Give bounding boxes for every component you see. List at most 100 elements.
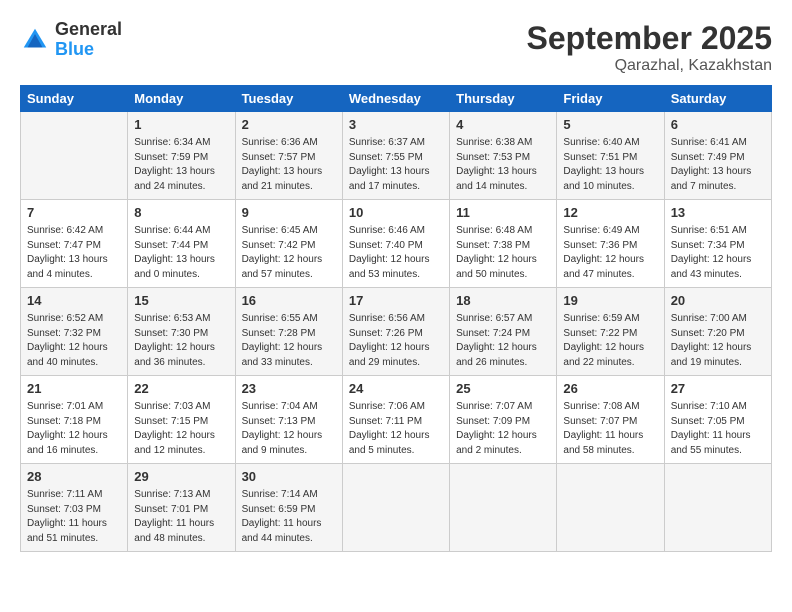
day-number: 8 bbox=[134, 204, 228, 222]
day-number: 3 bbox=[349, 116, 443, 134]
logo-text: General Blue bbox=[55, 20, 122, 60]
logo-icon bbox=[20, 25, 50, 55]
day-info: Sunrise: 6:36 AMSunset: 7:57 PMDaylight:… bbox=[242, 136, 336, 194]
calendar-week-3: 14 Sunrise: 6:52 AMSunset: 7:32 PMDaylig… bbox=[21, 288, 772, 376]
day-info: Sunrise: 6:57 AMSunset: 7:24 PMDaylight:… bbox=[456, 312, 550, 370]
calendar-week-5: 28 Sunrise: 7:11 AMSunset: 7:03 PMDaylig… bbox=[21, 464, 772, 552]
calendar-cell: 11 Sunrise: 6:48 AMSunset: 7:38 PMDaylig… bbox=[450, 200, 557, 288]
day-info: Sunrise: 7:08 AMSunset: 7:07 PMDaylight:… bbox=[563, 400, 657, 458]
day-info: Sunrise: 6:59 AMSunset: 7:22 PMDaylight:… bbox=[563, 312, 657, 370]
day-number: 28 bbox=[27, 468, 121, 486]
day-number: 7 bbox=[27, 204, 121, 222]
day-number: 30 bbox=[242, 468, 336, 486]
calendar-cell: 7 Sunrise: 6:42 AMSunset: 7:47 PMDayligh… bbox=[21, 200, 128, 288]
day-number: 13 bbox=[671, 204, 765, 222]
calendar-cell: 8 Sunrise: 6:44 AMSunset: 7:44 PMDayligh… bbox=[128, 200, 235, 288]
col-saturday: Saturday bbox=[664, 86, 771, 112]
logo-blue: Blue bbox=[55, 40, 122, 60]
calendar-cell bbox=[450, 464, 557, 552]
calendar-cell: 18 Sunrise: 6:57 AMSunset: 7:24 PMDaylig… bbox=[450, 288, 557, 376]
day-info: Sunrise: 7:14 AMSunset: 6:59 PMDaylight:… bbox=[242, 488, 336, 546]
day-number: 23 bbox=[242, 380, 336, 398]
col-tuesday: Tuesday bbox=[235, 86, 342, 112]
day-info: Sunrise: 7:01 AMSunset: 7:18 PMDaylight:… bbox=[27, 400, 121, 458]
calendar-cell: 3 Sunrise: 6:37 AMSunset: 7:55 PMDayligh… bbox=[342, 112, 449, 200]
calendar-week-4: 21 Sunrise: 7:01 AMSunset: 7:18 PMDaylig… bbox=[21, 376, 772, 464]
day-info: Sunrise: 6:44 AMSunset: 7:44 PMDaylight:… bbox=[134, 224, 228, 282]
day-number: 12 bbox=[563, 204, 657, 222]
header: General Blue September 2025 Qarazhal, Ka… bbox=[20, 20, 772, 75]
day-info: Sunrise: 6:34 AMSunset: 7:59 PMDaylight:… bbox=[134, 136, 228, 194]
calendar-cell: 30 Sunrise: 7:14 AMSunset: 6:59 PMDaylig… bbox=[235, 464, 342, 552]
day-number: 4 bbox=[456, 116, 550, 134]
calendar-cell: 17 Sunrise: 6:56 AMSunset: 7:26 PMDaylig… bbox=[342, 288, 449, 376]
calendar-cell: 6 Sunrise: 6:41 AMSunset: 7:49 PMDayligh… bbox=[664, 112, 771, 200]
calendar-cell: 28 Sunrise: 7:11 AMSunset: 7:03 PMDaylig… bbox=[21, 464, 128, 552]
day-info: Sunrise: 7:07 AMSunset: 7:09 PMDaylight:… bbox=[456, 400, 550, 458]
calendar-cell: 1 Sunrise: 6:34 AMSunset: 7:59 PMDayligh… bbox=[128, 112, 235, 200]
calendar-week-1: 1 Sunrise: 6:34 AMSunset: 7:59 PMDayligh… bbox=[21, 112, 772, 200]
day-info: Sunrise: 6:41 AMSunset: 7:49 PMDaylight:… bbox=[671, 136, 765, 194]
day-number: 17 bbox=[349, 292, 443, 310]
calendar-cell: 23 Sunrise: 7:04 AMSunset: 7:13 PMDaylig… bbox=[235, 376, 342, 464]
calendar-cell: 9 Sunrise: 6:45 AMSunset: 7:42 PMDayligh… bbox=[235, 200, 342, 288]
col-wednesday: Wednesday bbox=[342, 86, 449, 112]
day-info: Sunrise: 6:49 AMSunset: 7:36 PMDaylight:… bbox=[563, 224, 657, 282]
logo: General Blue bbox=[20, 20, 122, 60]
day-info: Sunrise: 7:13 AMSunset: 7:01 PMDaylight:… bbox=[134, 488, 228, 546]
calendar-cell: 14 Sunrise: 6:52 AMSunset: 7:32 PMDaylig… bbox=[21, 288, 128, 376]
day-number: 25 bbox=[456, 380, 550, 398]
col-thursday: Thursday bbox=[450, 86, 557, 112]
calendar-cell: 5 Sunrise: 6:40 AMSunset: 7:51 PMDayligh… bbox=[557, 112, 664, 200]
day-info: Sunrise: 6:46 AMSunset: 7:40 PMDaylight:… bbox=[349, 224, 443, 282]
title-block: September 2025 Qarazhal, Kazakhstan bbox=[527, 20, 772, 75]
calendar-cell: 27 Sunrise: 7:10 AMSunset: 7:05 PMDaylig… bbox=[664, 376, 771, 464]
day-info: Sunrise: 6:48 AMSunset: 7:38 PMDaylight:… bbox=[456, 224, 550, 282]
day-number: 27 bbox=[671, 380, 765, 398]
calendar-cell: 29 Sunrise: 7:13 AMSunset: 7:01 PMDaylig… bbox=[128, 464, 235, 552]
day-info: Sunrise: 6:40 AMSunset: 7:51 PMDaylight:… bbox=[563, 136, 657, 194]
day-info: Sunrise: 6:55 AMSunset: 7:28 PMDaylight:… bbox=[242, 312, 336, 370]
day-info: Sunrise: 6:53 AMSunset: 7:30 PMDaylight:… bbox=[134, 312, 228, 370]
calendar-cell: 16 Sunrise: 6:55 AMSunset: 7:28 PMDaylig… bbox=[235, 288, 342, 376]
day-number: 22 bbox=[134, 380, 228, 398]
day-number: 2 bbox=[242, 116, 336, 134]
day-number: 24 bbox=[349, 380, 443, 398]
page: General Blue September 2025 Qarazhal, Ka… bbox=[0, 0, 792, 612]
day-info: Sunrise: 6:37 AMSunset: 7:55 PMDaylight:… bbox=[349, 136, 443, 194]
calendar-cell bbox=[664, 464, 771, 552]
calendar-cell: 19 Sunrise: 6:59 AMSunset: 7:22 PMDaylig… bbox=[557, 288, 664, 376]
calendar-cell: 24 Sunrise: 7:06 AMSunset: 7:11 PMDaylig… bbox=[342, 376, 449, 464]
day-info: Sunrise: 7:00 AMSunset: 7:20 PMDaylight:… bbox=[671, 312, 765, 370]
day-info: Sunrise: 7:04 AMSunset: 7:13 PMDaylight:… bbox=[242, 400, 336, 458]
calendar-cell: 22 Sunrise: 7:03 AMSunset: 7:15 PMDaylig… bbox=[128, 376, 235, 464]
day-number: 9 bbox=[242, 204, 336, 222]
day-info: Sunrise: 7:03 AMSunset: 7:15 PMDaylight:… bbox=[134, 400, 228, 458]
day-number: 6 bbox=[671, 116, 765, 134]
day-number: 20 bbox=[671, 292, 765, 310]
day-info: Sunrise: 6:45 AMSunset: 7:42 PMDaylight:… bbox=[242, 224, 336, 282]
calendar-cell: 12 Sunrise: 6:49 AMSunset: 7:36 PMDaylig… bbox=[557, 200, 664, 288]
day-info: Sunrise: 7:11 AMSunset: 7:03 PMDaylight:… bbox=[27, 488, 121, 546]
calendar-cell bbox=[21, 112, 128, 200]
col-friday: Friday bbox=[557, 86, 664, 112]
calendar-cell: 26 Sunrise: 7:08 AMSunset: 7:07 PMDaylig… bbox=[557, 376, 664, 464]
calendar-header-row: Sunday Monday Tuesday Wednesday Thursday… bbox=[21, 86, 772, 112]
day-number: 11 bbox=[456, 204, 550, 222]
day-number: 21 bbox=[27, 380, 121, 398]
day-info: Sunrise: 6:42 AMSunset: 7:47 PMDaylight:… bbox=[27, 224, 121, 282]
day-number: 19 bbox=[563, 292, 657, 310]
calendar-cell: 13 Sunrise: 6:51 AMSunset: 7:34 PMDaylig… bbox=[664, 200, 771, 288]
day-number: 14 bbox=[27, 292, 121, 310]
month-title: September 2025 bbox=[527, 20, 772, 57]
calendar-cell: 25 Sunrise: 7:07 AMSunset: 7:09 PMDaylig… bbox=[450, 376, 557, 464]
day-number: 1 bbox=[134, 116, 228, 134]
day-number: 10 bbox=[349, 204, 443, 222]
day-number: 15 bbox=[134, 292, 228, 310]
calendar-cell bbox=[342, 464, 449, 552]
calendar-cell bbox=[557, 464, 664, 552]
day-info: Sunrise: 6:51 AMSunset: 7:34 PMDaylight:… bbox=[671, 224, 765, 282]
day-number: 29 bbox=[134, 468, 228, 486]
day-info: Sunrise: 6:52 AMSunset: 7:32 PMDaylight:… bbox=[27, 312, 121, 370]
day-number: 16 bbox=[242, 292, 336, 310]
